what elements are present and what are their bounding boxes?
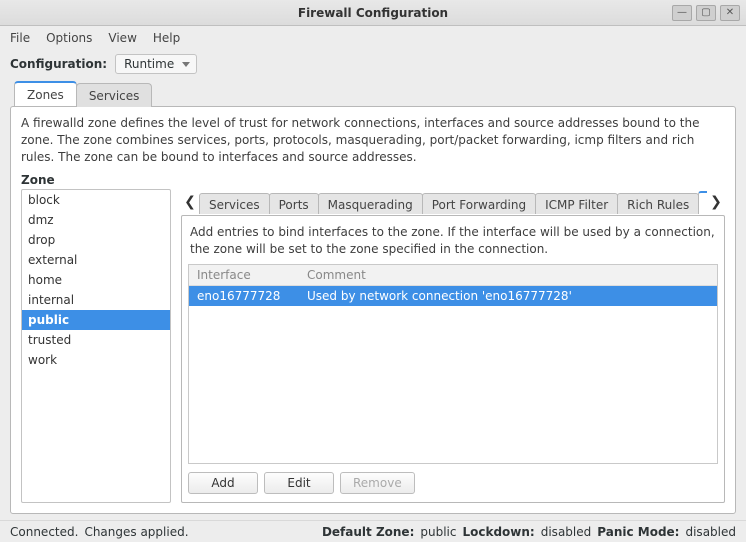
- zone-item-block[interactable]: block: [22, 190, 170, 210]
- col-comment: Comment: [299, 265, 717, 285]
- subtab-rich-rules[interactable]: Rich Rules: [617, 193, 699, 214]
- status-default-zone-label: Default Zone:: [322, 525, 414, 539]
- scroll-left-button[interactable]: ❮: [181, 191, 199, 213]
- zone-split: block dmz drop external home internal pu…: [21, 189, 725, 503]
- interface-name: eno16777728: [189, 286, 299, 306]
- interface-row[interactable]: eno16777728 Used by network connection '…: [189, 286, 717, 306]
- subtab-masquerading[interactable]: Masquerading: [318, 193, 423, 214]
- add-button[interactable]: Add: [188, 472, 258, 494]
- status-bar: Connected. Changes applied. Default Zone…: [0, 520, 746, 542]
- subtab-services[interactable]: Services: [199, 193, 270, 214]
- zone-subtabs: Services Ports Masquerading Port Forward…: [199, 191, 707, 214]
- zones-panel: A firewalld zone defines the level of tr…: [10, 106, 736, 514]
- chevron-down-icon: [182, 62, 190, 67]
- maximize-button[interactable]: ▢: [696, 5, 716, 21]
- zone-item-external[interactable]: external: [22, 250, 170, 270]
- status-lockdown-label: Lockdown:: [462, 525, 534, 539]
- menu-help[interactable]: Help: [153, 31, 180, 45]
- interfaces-buttons: Add Edit Remove: [188, 464, 718, 494]
- menu-file[interactable]: File: [10, 31, 30, 45]
- zone-item-home[interactable]: home: [22, 270, 170, 290]
- remove-button[interactable]: Remove: [340, 472, 415, 494]
- status-connected: Connected.: [10, 525, 78, 539]
- interfaces-table-head: Interface Comment: [189, 265, 717, 286]
- zone-item-internal[interactable]: internal: [22, 290, 170, 310]
- zone-list[interactable]: block dmz drop external home internal pu…: [21, 189, 171, 503]
- col-interface: Interface: [189, 265, 299, 285]
- window-buttons: — ▢ ✕: [672, 5, 740, 21]
- interfaces-description: Add entries to bind interfaces to the zo…: [188, 222, 718, 264]
- tab-zones[interactable]: Zones: [14, 81, 77, 106]
- subtab-interfaces[interactable]: Interfaces: [698, 191, 707, 214]
- subtab-ports[interactable]: Ports: [269, 193, 319, 214]
- zone-description: A firewalld zone defines the level of tr…: [21, 115, 725, 165]
- interfaces-panel: Add entries to bind interfaces to the zo…: [181, 215, 725, 503]
- configuration-value: Runtime: [124, 57, 174, 71]
- configuration-select[interactable]: Runtime: [115, 54, 197, 74]
- close-button[interactable]: ✕: [720, 5, 740, 21]
- zone-item-drop[interactable]: drop: [22, 230, 170, 250]
- edit-button[interactable]: Edit: [264, 472, 334, 494]
- tab-services[interactable]: Services: [76, 83, 153, 107]
- status-lockdown: disabled: [541, 525, 592, 539]
- zone-item-dmz[interactable]: dmz: [22, 210, 170, 230]
- interfaces-table: Interface Comment eno16777728 Used by ne…: [188, 264, 718, 464]
- menu-options[interactable]: Options: [46, 31, 92, 45]
- title-bar: Firewall Configuration — ▢ ✕: [0, 0, 746, 26]
- zone-item-public[interactable]: public: [22, 310, 170, 330]
- status-default-zone: public: [420, 525, 456, 539]
- zone-heading: Zone: [21, 173, 725, 187]
- subtab-port-forwarding[interactable]: Port Forwarding: [422, 193, 536, 214]
- menu-view[interactable]: View: [108, 31, 136, 45]
- configuration-row: Configuration: Runtime: [0, 50, 746, 80]
- main-tabs: Zones Services: [0, 80, 746, 106]
- status-panic: disabled: [685, 525, 736, 539]
- subtab-icmp-filter[interactable]: ICMP Filter: [535, 193, 618, 214]
- zone-detail: ❮ Services Ports Masquerading Port Forwa…: [181, 189, 725, 503]
- status-changes: Changes applied.: [84, 525, 188, 539]
- menu-bar: File Options View Help: [0, 26, 746, 50]
- status-panic-label: Panic Mode:: [597, 525, 679, 539]
- scroll-right-button[interactable]: ❯: [707, 191, 725, 213]
- window-title: Firewall Configuration: [6, 6, 740, 20]
- zone-item-trusted[interactable]: trusted: [22, 330, 170, 350]
- configuration-label: Configuration:: [10, 57, 107, 71]
- zone-subtab-row: ❮ Services Ports Masquerading Port Forwa…: [181, 189, 725, 215]
- zone-item-work[interactable]: work: [22, 350, 170, 370]
- minimize-button[interactable]: —: [672, 5, 692, 21]
- interface-comment: Used by network connection 'eno16777728': [299, 286, 717, 306]
